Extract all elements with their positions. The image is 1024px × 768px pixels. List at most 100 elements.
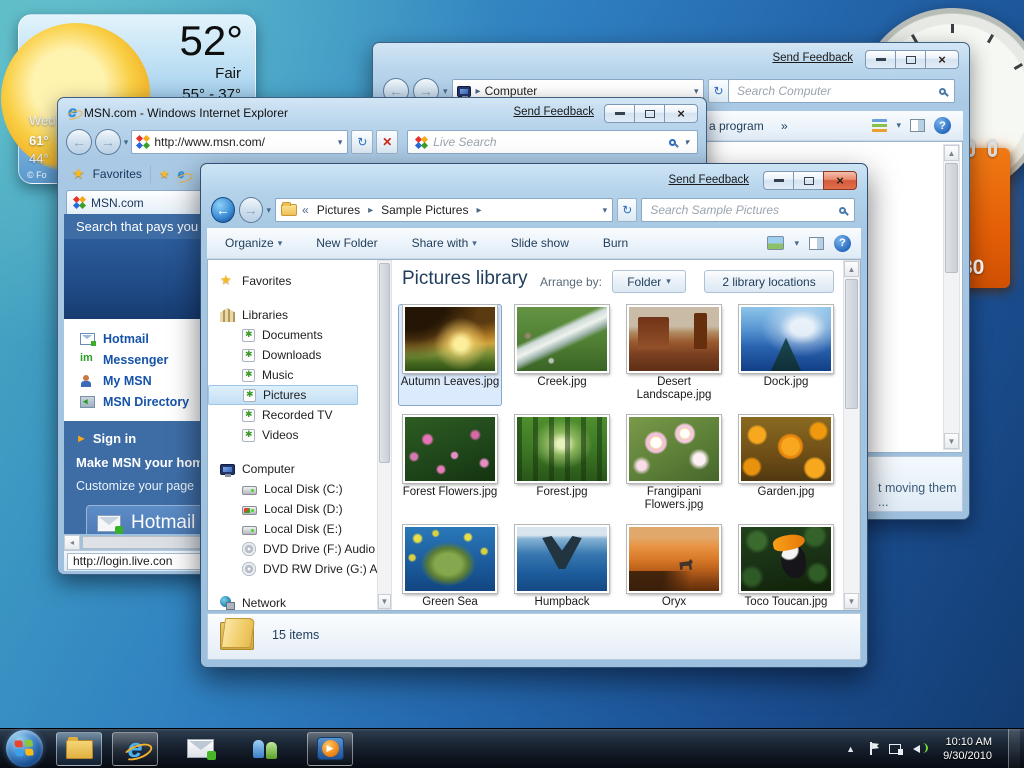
tray-clock[interactable]: 10:10 AM 9/30/2010	[937, 735, 998, 763]
stop-button[interactable]: ✕	[376, 130, 398, 154]
live-search-box[interactable]: Live Search ▾	[407, 130, 698, 154]
file-item[interactable]: Forest Flowers.jpg	[398, 414, 502, 516]
nav-scrollbar[interactable]: ▼	[377, 260, 392, 610]
forward-button[interactable]: →	[95, 129, 121, 155]
computer-search-box[interactable]: Search Computer	[728, 79, 955, 103]
scroll-thumb[interactable]	[845, 279, 858, 409]
taskbar-explorer-button[interactable]	[56, 732, 102, 766]
start-button[interactable]	[6, 730, 43, 767]
back-button[interactable]: ←	[66, 129, 92, 155]
breadcrumb-dropdown-icon[interactable]: ▾	[694, 86, 699, 97]
show-desktop-button[interactable]	[1008, 729, 1020, 768]
add-favorite-icon[interactable]: ★	[159, 167, 170, 181]
search-box[interactable]: Search Sample Pictures	[641, 198, 855, 222]
views-dropdown-icon[interactable]: ▾	[896, 120, 901, 131]
search-icon[interactable]	[669, 139, 676, 146]
nav-drive-item[interactable]: DVD Drive (F:) Audio	[208, 539, 392, 559]
chevrons-icon[interactable]: «	[302, 203, 309, 217]
minimize-button[interactable]	[604, 104, 634, 123]
help-button[interactable]: ?	[834, 235, 851, 252]
file-item[interactable]: Green Sea	[398, 524, 502, 610]
views-icon[interactable]	[872, 119, 887, 132]
nav-network[interactable]: Network	[208, 593, 392, 613]
scroll-down-button[interactable]: ▼	[844, 593, 859, 609]
volume-icon[interactable]	[913, 742, 927, 755]
scroll-down-button[interactable]: ▼	[378, 594, 391, 609]
help-button[interactable]: ?	[934, 117, 951, 134]
file-item[interactable]: Forest.jpg	[510, 414, 614, 516]
breadcrumb-dropdown-icon[interactable]: ▾	[603, 205, 608, 216]
favorites-star-icon[interactable]: ★	[72, 165, 85, 182]
file-item[interactable]: Autumn Leaves.jpg	[398, 304, 502, 406]
files-scrollbar[interactable]: ▲ ▼	[843, 260, 860, 610]
nav-favorites[interactable]: Favorites	[208, 271, 392, 291]
taskbar-mail-button[interactable]	[177, 732, 223, 766]
nav-libraries[interactable]: Libraries	[208, 305, 392, 325]
breadcrumb-sample-pictures[interactable]: Sample Pictures	[378, 202, 471, 218]
arrange-by-button[interactable]: Folder▾	[612, 270, 686, 293]
url-bar[interactable]: http://www.msn.com/ ▾	[131, 130, 348, 154]
scroll-down-button[interactable]: ▼	[944, 433, 959, 449]
maximize-button[interactable]	[895, 50, 925, 69]
nav-library-item[interactable]: Recorded TV	[208, 405, 392, 425]
refresh-button[interactable]: ↻	[351, 130, 373, 154]
more-commands-icon[interactable]: »	[781, 119, 788, 133]
nav-drive-item[interactable]: DVD RW Drive (G:) A	[208, 559, 392, 579]
nav-library-item[interactable]: Documents	[208, 325, 392, 345]
slide-show-button[interactable]: Slide show	[501, 236, 579, 250]
send-feedback-link[interactable]: Send Feedback	[772, 52, 853, 64]
action-center-icon[interactable]	[865, 742, 879, 755]
close-button[interactable]: ×	[823, 171, 857, 190]
maximize-button[interactable]	[634, 104, 664, 123]
favorites-label[interactable]: Favorites	[93, 167, 142, 181]
close-button[interactable]: ×	[925, 50, 959, 69]
organize-button[interactable]: Organize▾	[215, 236, 292, 250]
new-folder-button[interactable]: New Folder	[306, 236, 387, 250]
share-with-button[interactable]: Share with▾	[402, 236, 487, 250]
taskbar-messenger-button[interactable]	[242, 732, 288, 766]
file-item[interactable]: Desert Landscape.jpg	[622, 304, 726, 406]
nav-library-item[interactable]: Music	[208, 365, 392, 385]
file-item[interactable]: Toco Toucan.jpg	[734, 524, 836, 610]
nav-library-item[interactable]: Downloads	[208, 345, 392, 365]
breadcrumb-pictures[interactable]: Pictures	[314, 202, 363, 218]
nav-drive-item[interactable]: Local Disk (E:)	[208, 519, 392, 539]
show-hidden-icons-button[interactable]: ▲	[846, 744, 855, 754]
minimize-button[interactable]	[763, 171, 793, 190]
back-button[interactable]: ←	[211, 197, 235, 223]
burn-button[interactable]: Burn	[593, 236, 638, 250]
computer-scrollbar[interactable]: ▲ ▼	[943, 144, 960, 450]
file-item[interactable]: Frangipani Flowers.jpg	[622, 414, 726, 516]
views-icon[interactable]	[767, 236, 784, 250]
close-button[interactable]: ×	[664, 104, 698, 123]
toolbar-command-fragment[interactable]: a program	[709, 119, 764, 133]
history-dropdown[interactable]: ▾	[267, 205, 272, 216]
file-item[interactable]: Oryx	[622, 524, 726, 610]
scroll-up-button[interactable]: ▲	[944, 145, 959, 161]
url-dropdown-icon[interactable]: ▾	[338, 137, 343, 148]
scroll-up-button[interactable]: ▲	[844, 261, 859, 277]
scroll-thumb[interactable]	[379, 263, 390, 463]
send-feedback-link[interactable]: Send Feedback	[513, 106, 594, 118]
nav-library-item[interactable]: Videos	[208, 425, 392, 445]
library-locations-button[interactable]: 2 library locations	[704, 270, 834, 293]
preview-pane-icon[interactable]	[910, 119, 925, 132]
file-item[interactable]: Garden.jpg	[734, 414, 836, 516]
history-dropdown[interactable]: ▾	[124, 137, 129, 148]
scroll-thumb[interactable]	[945, 163, 958, 273]
crumb-separator-icon[interactable]: ▸	[476, 205, 481, 216]
refresh-button[interactable]: ↻	[708, 79, 730, 103]
suggested-sites-icon[interactable]: e	[178, 167, 185, 181]
refresh-button[interactable]: ↻	[617, 198, 637, 222]
minimize-button[interactable]	[865, 50, 895, 69]
nav-drive-item[interactable]: Local Disk (C:)	[208, 479, 392, 499]
scroll-left-button[interactable]: ◂	[64, 535, 80, 550]
network-tray-icon[interactable]	[889, 742, 903, 755]
taskbar-media-player-button[interactable]: ▶	[307, 732, 353, 766]
preview-pane-icon[interactable]	[809, 237, 824, 250]
forward-button[interactable]: →	[239, 197, 263, 223]
search-dropdown-icon[interactable]: ▾	[684, 137, 689, 148]
breadcrumb[interactable]: « Pictures ▸ Sample Pictures ▸ ▾	[275, 198, 613, 222]
url-text[interactable]: http://www.msn.com/	[154, 135, 333, 149]
views-dropdown-icon[interactable]: ▾	[794, 238, 799, 249]
